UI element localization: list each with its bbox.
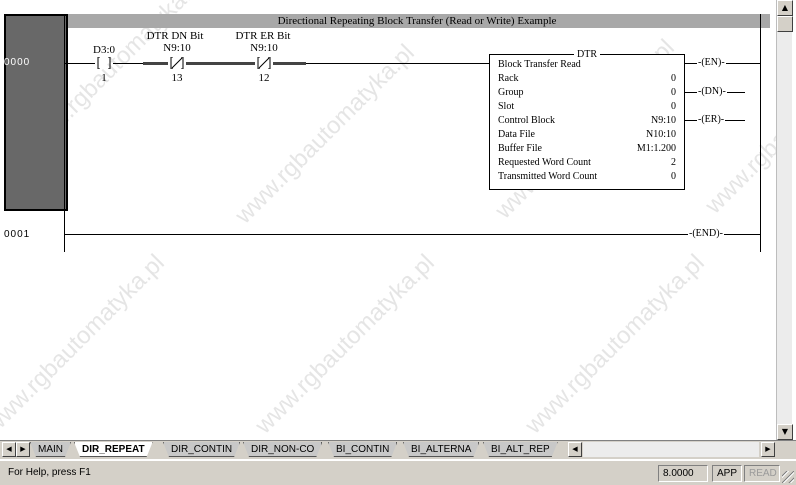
contact-description: DTR DN Bit <box>146 30 204 42</box>
instruction-param-row: Control Block N9:10 <box>498 115 676 126</box>
instruction-param-row: Requested Word Count 2 <box>498 157 676 168</box>
vertical-scrollbar[interactable]: ▲ ▼ <box>776 0 793 440</box>
mode-panel: APP <box>712 465 742 482</box>
contact-xio-icon[interactable] <box>168 57 186 69</box>
file-tab-bar: ◀ ▶ MAIN DIR_REPEAT DIR_CONTIN DIR_NON-C… <box>0 440 796 459</box>
contact-address: N9:10 <box>163 42 191 54</box>
scroll-up-icon[interactable]: ▲ <box>777 0 793 16</box>
tab-prev-icon[interactable]: ◀ <box>2 442 16 457</box>
rung-wire <box>306 63 489 64</box>
rung-wire-energized <box>186 62 231 65</box>
rung-number[interactable]: 0001 <box>4 229 30 240</box>
tab-dir-contin[interactable]: DIR_CONTIN <box>163 442 240 457</box>
contact-bit: 13 <box>171 72 183 84</box>
access-panel: READ <box>744 465 780 482</box>
scroll-thumb[interactable] <box>777 16 793 32</box>
coil-en[interactable]: -(EN)- <box>697 57 726 68</box>
contact-description: DTR ER Bit <box>235 30 291 42</box>
watermark: www.rgbautomatyka.pl <box>520 249 710 440</box>
instruction-param-row: Slot 0 <box>498 101 676 112</box>
contact-bit: 12 <box>258 72 270 84</box>
version-panel: 8.0000 <box>658 465 708 482</box>
right-power-rail <box>760 14 761 252</box>
instruction-title: Block Transfer Read <box>498 59 581 70</box>
tab-dir-repeat[interactable]: DIR_REPEAT <box>74 442 153 457</box>
coil-er[interactable]: -(ER)- <box>697 114 726 125</box>
tab-main[interactable]: MAIN <box>30 442 71 457</box>
end-coil[interactable]: -(END)- <box>688 228 724 239</box>
rung-wire <box>65 234 760 235</box>
rung-number[interactable]: 0000 <box>4 57 30 68</box>
rung-wire-energized <box>143 62 168 65</box>
ladder-editor[interactable]: www.rgbautomatyka.pl www.rgbautomatyka.p… <box>0 0 776 440</box>
watermark: www.rgbautomatyka.pl <box>0 249 170 440</box>
rung-wire-energized <box>231 62 255 65</box>
tab-bi-alterna[interactable]: BI_ALTERNA <box>403 442 479 457</box>
rung-wire-energized <box>273 62 306 65</box>
left-power-rail <box>64 14 65 252</box>
resize-grip-icon[interactable] <box>782 471 794 483</box>
dtr-instruction-block[interactable]: DTR Block Transfer Read Rack 0 Group 0 Slo… <box>489 49 685 190</box>
horizontal-scrollbar[interactable] <box>583 442 759 457</box>
hscroll-left-icon[interactable]: ◀ <box>568 442 582 457</box>
instruction-param-row: Group 0 <box>498 87 676 98</box>
rung-title: Directional Repeating Block Transfer (Re… <box>64 14 770 28</box>
contact-xic-icon[interactable] <box>95 57 113 69</box>
watermark: www.rgbautomatyka.pl <box>250 249 440 440</box>
tab-dir-non-co[interactable]: DIR_NON-CO <box>243 442 322 457</box>
tab-next-icon[interactable]: ▶ <box>16 442 30 457</box>
instruction-param-row: Data File N10:10 <box>498 129 676 140</box>
tab-bi-contin[interactable]: BI_CONTIN <box>328 442 397 457</box>
rung-wire <box>65 63 95 64</box>
help-text: For Help, press F1 <box>8 467 91 478</box>
contact-address: D3:0 <box>93 44 115 56</box>
scroll-down-icon[interactable]: ▼ <box>777 424 793 440</box>
instruction-param-row: Transmitted Word Count 0 <box>498 171 676 182</box>
coil-dn[interactable]: -(DN)- <box>697 86 727 97</box>
rung-wire <box>113 63 143 64</box>
contact-address: N9:10 <box>250 42 278 54</box>
contact-bit: 1 <box>101 72 107 84</box>
hscroll-right-icon[interactable]: ▶ <box>761 442 775 457</box>
status-bar: For Help, press F1 8.0000 APP READ <box>0 460 796 485</box>
instruction-param-row: Rack 0 <box>498 73 676 84</box>
rung-selection-marker[interactable] <box>4 14 68 211</box>
instruction-param-row: Buffer File M1:1.200 <box>498 143 676 154</box>
contact-xio-icon[interactable] <box>255 57 273 69</box>
tab-bi-alt-rep[interactable]: BI_ALT_REP <box>483 442 558 457</box>
